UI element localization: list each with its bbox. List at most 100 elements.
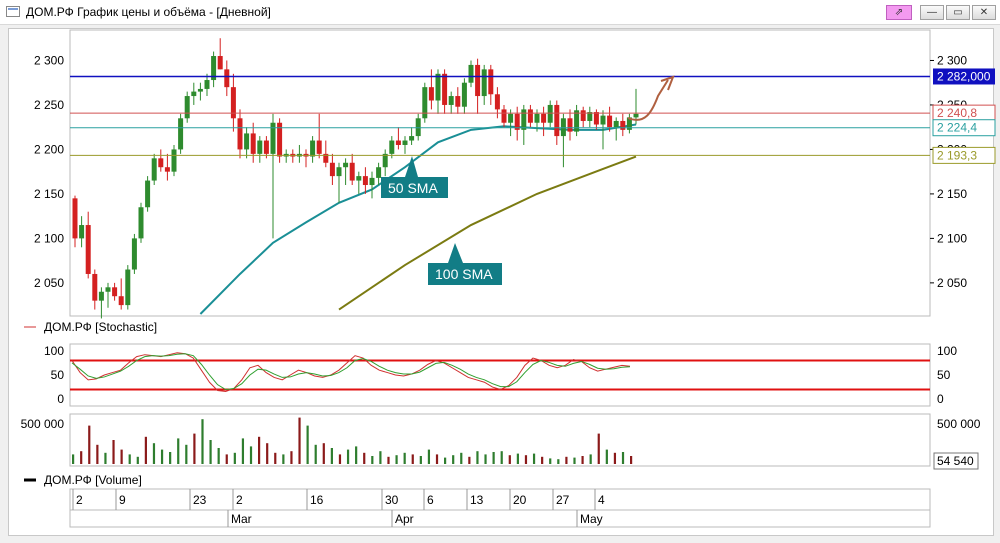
volume-bar [169, 452, 172, 464]
price-tick-right: 2 050 [937, 276, 967, 290]
candle-body [178, 118, 184, 150]
price-tick-left: 2 250 [34, 98, 64, 112]
candle-body [310, 140, 316, 157]
volume-bar [346, 449, 350, 464]
volume-bar [613, 452, 617, 464]
candle-body [567, 118, 573, 132]
volume-bar [233, 452, 236, 464]
volume-bar [298, 417, 301, 464]
candle-body [244, 133, 250, 150]
volume-bar [80, 451, 83, 464]
candle-body [376, 167, 382, 178]
candle-body [541, 113, 547, 123]
candle-body [560, 118, 566, 137]
candle-body [138, 207, 144, 239]
volume-bar [508, 455, 511, 464]
candle-body [501, 109, 507, 123]
candle-body [158, 158, 164, 168]
price-tick-right: 2 300 [937, 53, 967, 67]
volume-bar [185, 444, 188, 464]
candle-body [349, 162, 355, 181]
candle-body [534, 113, 540, 123]
volume-bar [201, 419, 204, 464]
volume-bar [395, 455, 398, 464]
volume-bar [427, 449, 431, 464]
candle-body [237, 118, 243, 150]
month-label: May [580, 512, 603, 526]
volume-bar [589, 454, 592, 464]
volume-tick-right: 500 000 [937, 417, 981, 431]
chart-canvas: 2 3002 3002 2502 2502 2002 2002 1502 150… [21, 29, 996, 528]
candle-body [455, 96, 461, 107]
candle-body [151, 158, 157, 181]
volume-bar [258, 436, 261, 464]
candle-body [217, 56, 223, 70]
volume-bar [581, 456, 584, 464]
candle-body [164, 167, 170, 172]
volume-bar [152, 443, 156, 464]
stoch-tick-right: 0 [937, 392, 944, 406]
candle-body [461, 82, 467, 107]
date-tick-label: 2 [76, 493, 83, 507]
volume-bar [541, 456, 544, 464]
volume-bar [630, 456, 633, 464]
volume-bar [371, 456, 374, 464]
candle-body [224, 69, 230, 88]
volume-bar [460, 452, 463, 464]
candle-body [494, 94, 500, 110]
volume-bar [379, 451, 382, 464]
price-tick-right: 2 100 [937, 231, 967, 245]
candle-body [356, 176, 362, 181]
candle-body [435, 73, 441, 101]
volume-bar [322, 443, 325, 464]
volume-bar [597, 433, 600, 464]
volume-bar [516, 453, 519, 464]
volume-bar [72, 454, 75, 464]
volume-bar [387, 456, 390, 464]
date-tick-label: 2 [236, 493, 243, 507]
volume-bar [266, 443, 269, 464]
price-level-label-blue: 2 282,000 [937, 69, 991, 83]
candle-body [620, 120, 626, 130]
candle-body [442, 73, 448, 105]
volume-bar [565, 456, 568, 464]
volume-bar [532, 453, 536, 464]
volume-bar [492, 452, 495, 464]
price-level-label-olive: 2 193,3 [937, 148, 977, 162]
volume-bar [338, 454, 342, 464]
volume-bar [249, 446, 253, 464]
volume-bar [225, 454, 228, 464]
volume-bar [468, 456, 471, 464]
candle-body [85, 225, 91, 274]
candle-body [131, 238, 137, 270]
date-tick-label: 20 [513, 493, 527, 507]
volume-bar [177, 438, 180, 464]
volume-bar [314, 444, 317, 464]
candle-body [547, 104, 553, 123]
candle-body [79, 225, 85, 239]
candle-body [409, 136, 415, 141]
sma100-callout-label: 100 SMA [435, 266, 493, 282]
candle-body [329, 162, 335, 177]
price-tick-left: 2 150 [34, 187, 64, 201]
candle-body [488, 69, 494, 95]
candle-body [118, 296, 124, 306]
volume-bar [120, 449, 123, 464]
candle-body [197, 88, 203, 92]
candle-body [362, 176, 368, 186]
volume-bar [274, 452, 277, 464]
candle-body [105, 287, 111, 292]
volume-bar [435, 454, 439, 464]
candle-body [428, 87, 434, 101]
candle-body [508, 113, 514, 123]
volume-bar [500, 451, 503, 464]
volume-bar [330, 448, 333, 464]
candle-body [402, 140, 408, 145]
volume-bar [419, 456, 422, 464]
volume-bar [144, 436, 147, 464]
price-level-label-teal: 2 224,4 [937, 121, 977, 135]
stoch-legend: ДОМ.РФ [Stochastic] [44, 320, 157, 334]
stoch-tick-left: 0 [57, 392, 64, 406]
volume-bar [112, 440, 115, 464]
price-tick-left: 2 200 [34, 142, 64, 156]
